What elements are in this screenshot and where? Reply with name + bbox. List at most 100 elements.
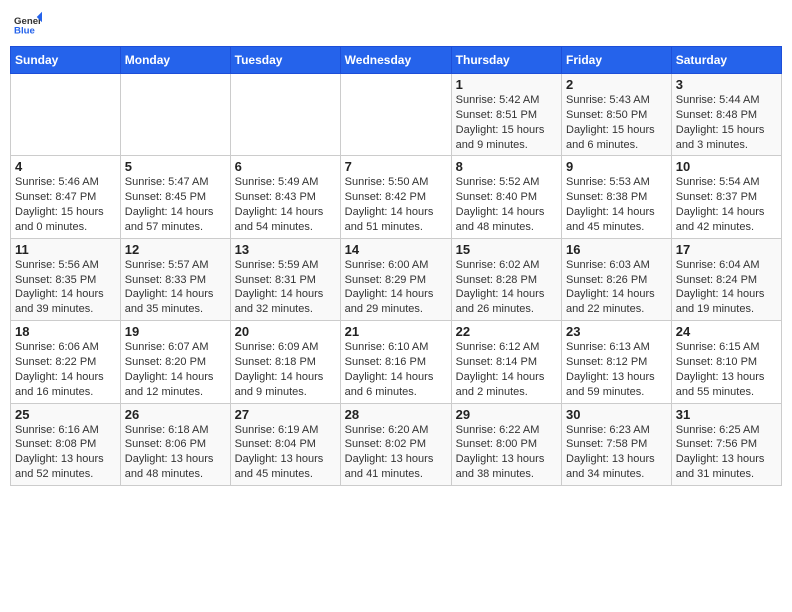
day-info: Sunrise: 6:04 AM Sunset: 8:24 PM Dayligh…: [676, 258, 777, 317]
day-info: Sunrise: 5:54 AM Sunset: 8:37 PM Dayligh…: [676, 175, 777, 234]
day-number: 25: [15, 407, 116, 422]
day-number: 18: [15, 324, 116, 339]
day-info: Sunrise: 6:06 AM Sunset: 8:22 PM Dayligh…: [15, 340, 116, 399]
calendar-cell: 12Sunrise: 5:57 AM Sunset: 8:33 PM Dayli…: [120, 238, 230, 320]
calendar-cell: 6Sunrise: 5:49 AM Sunset: 8:43 PM Daylig…: [230, 156, 340, 238]
calendar-header: SundayMondayTuesdayWednesdayThursdayFrid…: [11, 47, 782, 74]
day-info: Sunrise: 5:53 AM Sunset: 8:38 PM Dayligh…: [566, 175, 667, 234]
calendar-cell: 21Sunrise: 6:10 AM Sunset: 8:16 PM Dayli…: [340, 321, 451, 403]
day-number: 22: [456, 324, 557, 339]
day-info: Sunrise: 6:19 AM Sunset: 8:04 PM Dayligh…: [235, 423, 336, 482]
calendar-cell: 2Sunrise: 5:43 AM Sunset: 8:50 PM Daylig…: [562, 74, 672, 156]
day-header-saturday: Saturday: [671, 47, 781, 74]
calendar-cell: 31Sunrise: 6:25 AM Sunset: 7:56 PM Dayli…: [671, 403, 781, 485]
day-info: Sunrise: 5:49 AM Sunset: 8:43 PM Dayligh…: [235, 175, 336, 234]
day-info: Sunrise: 6:00 AM Sunset: 8:29 PM Dayligh…: [345, 258, 447, 317]
calendar-cell: 16Sunrise: 6:03 AM Sunset: 8:26 PM Dayli…: [562, 238, 672, 320]
day-info: Sunrise: 5:46 AM Sunset: 8:47 PM Dayligh…: [15, 175, 116, 234]
day-number: 5: [125, 159, 226, 174]
day-number: 2: [566, 77, 667, 92]
calendar-cell: 28Sunrise: 6:20 AM Sunset: 8:02 PM Dayli…: [340, 403, 451, 485]
day-info: Sunrise: 6:16 AM Sunset: 8:08 PM Dayligh…: [15, 423, 116, 482]
day-number: 9: [566, 159, 667, 174]
page-header: General Blue: [10, 10, 782, 38]
day-number: 14: [345, 242, 447, 257]
day-info: Sunrise: 6:20 AM Sunset: 8:02 PM Dayligh…: [345, 423, 447, 482]
calendar-week-2: 4Sunrise: 5:46 AM Sunset: 8:47 PM Daylig…: [11, 156, 782, 238]
day-number: 3: [676, 77, 777, 92]
calendar-cell: 25Sunrise: 6:16 AM Sunset: 8:08 PM Dayli…: [11, 403, 121, 485]
day-info: Sunrise: 5:42 AM Sunset: 8:51 PM Dayligh…: [456, 93, 557, 152]
day-info: Sunrise: 5:52 AM Sunset: 8:40 PM Dayligh…: [456, 175, 557, 234]
calendar-cell: 24Sunrise: 6:15 AM Sunset: 8:10 PM Dayli…: [671, 321, 781, 403]
day-info: Sunrise: 5:56 AM Sunset: 8:35 PM Dayligh…: [15, 258, 116, 317]
calendar-cell: 20Sunrise: 6:09 AM Sunset: 8:18 PM Dayli…: [230, 321, 340, 403]
logo: General Blue: [14, 10, 46, 38]
day-header-wednesday: Wednesday: [340, 47, 451, 74]
day-info: Sunrise: 5:47 AM Sunset: 8:45 PM Dayligh…: [125, 175, 226, 234]
calendar-cell: 1Sunrise: 5:42 AM Sunset: 8:51 PM Daylig…: [451, 74, 561, 156]
calendar-cell: [340, 74, 451, 156]
calendar-cell: 26Sunrise: 6:18 AM Sunset: 8:06 PM Dayli…: [120, 403, 230, 485]
calendar-cell: [11, 74, 121, 156]
day-header-friday: Friday: [562, 47, 672, 74]
calendar-week-3: 11Sunrise: 5:56 AM Sunset: 8:35 PM Dayli…: [11, 238, 782, 320]
calendar-cell: 9Sunrise: 5:53 AM Sunset: 8:38 PM Daylig…: [562, 156, 672, 238]
calendar-cell: [230, 74, 340, 156]
day-info: Sunrise: 5:43 AM Sunset: 8:50 PM Dayligh…: [566, 93, 667, 152]
calendar-cell: 11Sunrise: 5:56 AM Sunset: 8:35 PM Dayli…: [11, 238, 121, 320]
calendar-cell: 7Sunrise: 5:50 AM Sunset: 8:42 PM Daylig…: [340, 156, 451, 238]
day-info: Sunrise: 6:07 AM Sunset: 8:20 PM Dayligh…: [125, 340, 226, 399]
calendar-week-5: 25Sunrise: 6:16 AM Sunset: 8:08 PM Dayli…: [11, 403, 782, 485]
day-number: 21: [345, 324, 447, 339]
day-info: Sunrise: 6:03 AM Sunset: 8:26 PM Dayligh…: [566, 258, 667, 317]
calendar-cell: 10Sunrise: 5:54 AM Sunset: 8:37 PM Dayli…: [671, 156, 781, 238]
calendar-cell: [120, 74, 230, 156]
calendar-week-4: 18Sunrise: 6:06 AM Sunset: 8:22 PM Dayli…: [11, 321, 782, 403]
day-number: 15: [456, 242, 557, 257]
day-info: Sunrise: 6:23 AM Sunset: 7:58 PM Dayligh…: [566, 423, 667, 482]
calendar-cell: 14Sunrise: 6:00 AM Sunset: 8:29 PM Dayli…: [340, 238, 451, 320]
day-number: 17: [676, 242, 777, 257]
day-number: 23: [566, 324, 667, 339]
day-number: 30: [566, 407, 667, 422]
day-info: Sunrise: 6:09 AM Sunset: 8:18 PM Dayligh…: [235, 340, 336, 399]
day-info: Sunrise: 5:59 AM Sunset: 8:31 PM Dayligh…: [235, 258, 336, 317]
calendar-cell: 30Sunrise: 6:23 AM Sunset: 7:58 PM Dayli…: [562, 403, 672, 485]
day-number: 19: [125, 324, 226, 339]
calendar-cell: 27Sunrise: 6:19 AM Sunset: 8:04 PM Dayli…: [230, 403, 340, 485]
day-info: Sunrise: 6:15 AM Sunset: 8:10 PM Dayligh…: [676, 340, 777, 399]
calendar-cell: 23Sunrise: 6:13 AM Sunset: 8:12 PM Dayli…: [562, 321, 672, 403]
calendar-cell: 3Sunrise: 5:44 AM Sunset: 8:48 PM Daylig…: [671, 74, 781, 156]
calendar-cell: 17Sunrise: 6:04 AM Sunset: 8:24 PM Dayli…: [671, 238, 781, 320]
day-number: 6: [235, 159, 336, 174]
day-info: Sunrise: 6:18 AM Sunset: 8:06 PM Dayligh…: [125, 423, 226, 482]
day-number: 12: [125, 242, 226, 257]
day-header-sunday: Sunday: [11, 47, 121, 74]
day-header-tuesday: Tuesday: [230, 47, 340, 74]
day-number: 10: [676, 159, 777, 174]
day-number: 26: [125, 407, 226, 422]
day-info: Sunrise: 5:44 AM Sunset: 8:48 PM Dayligh…: [676, 93, 777, 152]
day-info: Sunrise: 6:25 AM Sunset: 7:56 PM Dayligh…: [676, 423, 777, 482]
day-number: 7: [345, 159, 447, 174]
day-number: 1: [456, 77, 557, 92]
calendar-week-1: 1Sunrise: 5:42 AM Sunset: 8:51 PM Daylig…: [11, 74, 782, 156]
day-info: Sunrise: 6:13 AM Sunset: 8:12 PM Dayligh…: [566, 340, 667, 399]
day-number: 24: [676, 324, 777, 339]
day-number: 8: [456, 159, 557, 174]
day-number: 11: [15, 242, 116, 257]
day-number: 4: [15, 159, 116, 174]
svg-text:Blue: Blue: [14, 26, 35, 37]
day-info: Sunrise: 6:10 AM Sunset: 8:16 PM Dayligh…: [345, 340, 447, 399]
day-number: 31: [676, 407, 777, 422]
calendar-cell: 15Sunrise: 6:02 AM Sunset: 8:28 PM Dayli…: [451, 238, 561, 320]
day-number: 20: [235, 324, 336, 339]
calendar-cell: 19Sunrise: 6:07 AM Sunset: 8:20 PM Dayli…: [120, 321, 230, 403]
day-number: 16: [566, 242, 667, 257]
day-info: Sunrise: 5:57 AM Sunset: 8:33 PM Dayligh…: [125, 258, 226, 317]
day-header-thursday: Thursday: [451, 47, 561, 74]
calendar-table: SundayMondayTuesdayWednesdayThursdayFrid…: [10, 46, 782, 486]
calendar-cell: 5Sunrise: 5:47 AM Sunset: 8:45 PM Daylig…: [120, 156, 230, 238]
day-header-monday: Monday: [120, 47, 230, 74]
